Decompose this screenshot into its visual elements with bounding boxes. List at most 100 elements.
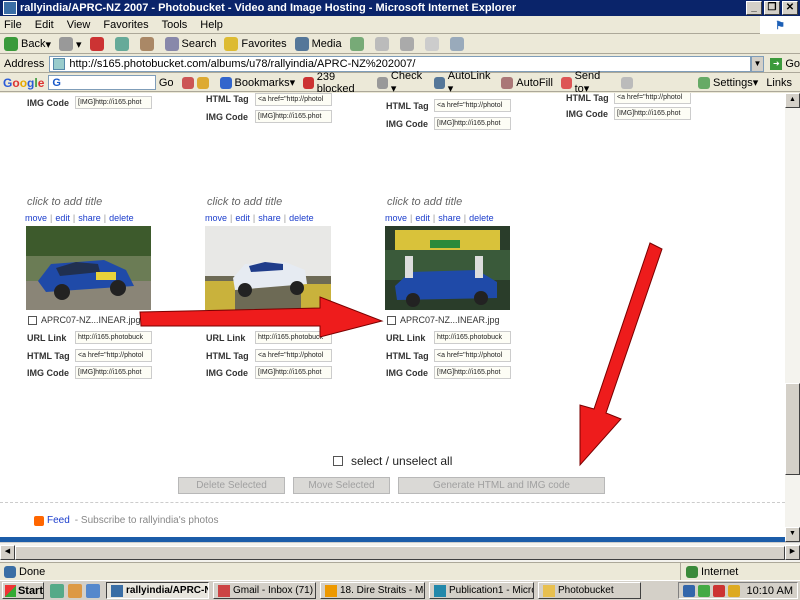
- vertical-scrollbar[interactable]: ▲ ▼: [785, 93, 800, 542]
- page-content: IMG Code [IMG]http://i165.phot HTML Tag …: [0, 93, 785, 542]
- annotation-arrows: [139, 242, 663, 467]
- window-title-bar: rallyindia/APRC-NZ 2007 - Photobucket - …: [0, 0, 800, 16]
- task-media-player[interactable]: 18. Dire Straits - Mo...: [320, 582, 425, 599]
- back-button[interactable]: Back ▾: [4, 37, 51, 51]
- scroll-thumb[interactable]: [785, 383, 800, 475]
- edit-page-icon: [424, 37, 439, 51]
- pencil-icon: [621, 76, 634, 89]
- task-gmail[interactable]: Gmail - Inbox (71) - ...: [213, 582, 316, 599]
- red-arrow-down-icon: [579, 242, 663, 467]
- spellcheck-button[interactable]: Check ▾: [377, 70, 426, 95]
- address-url: http://s165.photobucket.com/albums/u78/r…: [69, 57, 416, 70]
- go-label: Go: [785, 57, 800, 70]
- ie-icon: [3, 1, 17, 15]
- star-icon: [224, 37, 239, 51]
- task-publisher[interactable]: Publication1 - Micros...: [429, 582, 534, 599]
- tray-volume-icon[interactable]: [727, 584, 740, 597]
- tray-alert-icon[interactable]: [712, 584, 725, 597]
- forward-button[interactable]: ▾: [59, 37, 82, 51]
- pen-button[interactable]: [621, 76, 636, 89]
- red-arrow-right-icon: [139, 296, 384, 338]
- edit-button[interactable]: [424, 37, 442, 51]
- quick-launch: [50, 583, 100, 598]
- security-zone: Internet: [680, 563, 738, 581]
- scroll-down-icon[interactable]: ▼: [785, 527, 800, 542]
- discuss-icon: [449, 37, 464, 51]
- google-toolbar: Google G Go Bookmarks▾ 239 blocked Check…: [0, 70, 800, 95]
- google-search-input[interactable]: G: [48, 75, 156, 90]
- search-button[interactable]: Search: [164, 37, 216, 51]
- news-icon: [196, 76, 209, 89]
- stop-button[interactable]: [89, 37, 107, 51]
- discuss-button[interactable]: [449, 37, 467, 51]
- status-bar: Done Internet: [0, 562, 800, 581]
- media-button[interactable]: Media: [294, 37, 342, 51]
- home-button[interactable]: [139, 37, 157, 51]
- ie-quicklaunch-icon[interactable]: [86, 583, 100, 598]
- menu-edit[interactable]: Edit: [35, 19, 54, 31]
- google-go-button[interactable]: Go: [159, 77, 174, 89]
- menu-help[interactable]: Help: [200, 19, 223, 31]
- popup-blocker-button[interactable]: 239 blocked: [303, 71, 369, 95]
- horizontal-scrollbar[interactable]: ◀ ▶: [0, 542, 800, 562]
- windows-flag-icon: [5, 584, 16, 597]
- settings-button[interactable]: Settings▾: [698, 76, 758, 89]
- tray-network-icon[interactable]: [682, 584, 695, 597]
- start-button[interactable]: Start: [2, 582, 44, 599]
- scroll-right-icon[interactable]: ▶: [785, 545, 800, 560]
- google-extra-buttons[interactable]: [181, 76, 212, 89]
- menu-file[interactable]: File: [4, 19, 22, 31]
- h-scroll-thumb[interactable]: [15, 546, 785, 560]
- taskbar: Start rallyindia/APRC-N... Gmail - Inbox…: [0, 580, 800, 600]
- zone-text: Internet: [701, 566, 739, 578]
- bookmark-star-icon: [219, 76, 232, 89]
- scroll-left-icon[interactable]: ◀: [0, 545, 15, 560]
- mail-button[interactable]: [374, 37, 392, 51]
- ie-icon: [111, 584, 123, 597]
- favorites-button[interactable]: Favorites: [224, 37, 287, 51]
- restore-button[interactable]: ❐: [764, 1, 780, 15]
- print-button[interactable]: [399, 37, 417, 51]
- stop-icon: [89, 37, 104, 51]
- publisher-icon: [434, 584, 446, 597]
- bookmarks-button[interactable]: Bookmarks▾: [219, 76, 295, 89]
- history-button[interactable]: [349, 37, 367, 51]
- print-icon: [399, 37, 414, 51]
- tray-shield-icon[interactable]: [697, 584, 710, 597]
- autofill-button[interactable]: AutoFill: [501, 76, 553, 89]
- task-photobucket-folder[interactable]: Photobucket: [538, 582, 641, 599]
- page-icon: [53, 57, 66, 70]
- go-button[interactable]: ➜ Go: [770, 57, 800, 70]
- go-arrow-icon: ➜: [770, 57, 783, 70]
- media-label: Media: [311, 38, 342, 50]
- refresh-icon: [114, 37, 129, 51]
- desktop-icon[interactable]: [50, 583, 64, 598]
- menu-favorites[interactable]: Favorites: [103, 19, 148, 31]
- task-ie-rallyindia[interactable]: rallyindia/APRC-N...: [106, 582, 209, 599]
- firefox-icon[interactable]: [68, 583, 82, 598]
- abc-check-icon: [377, 76, 388, 89]
- scroll-up-icon[interactable]: ▲: [785, 93, 800, 108]
- close-button[interactable]: ✕: [782, 1, 798, 15]
- address-dropdown-icon[interactable]: ▼: [750, 55, 765, 72]
- pagerank-icon: [181, 76, 194, 89]
- search-icon: [164, 37, 179, 51]
- autolink-button[interactable]: AutoLink ▾: [434, 70, 493, 95]
- refresh-button[interactable]: [114, 37, 132, 51]
- folder-icon: [543, 584, 555, 597]
- send-to-button[interactable]: Send to▾: [560, 70, 613, 95]
- start-label: Start: [17, 584, 43, 597]
- window-title: rallyindia/APRC-NZ 2007 - Photobucket - …: [20, 2, 517, 14]
- google-logo[interactable]: Google: [3, 76, 44, 90]
- system-tray: 10:10 AM: [677, 582, 798, 599]
- menu-bar: File Edit View Favorites Tools Help: [0, 16, 800, 34]
- settings-icon: [698, 76, 711, 89]
- mail-icon: [374, 37, 389, 51]
- back-arrow-icon: [4, 37, 18, 51]
- menu-tools[interactable]: Tools: [162, 19, 188, 31]
- minimize-button[interactable]: _: [746, 1, 762, 15]
- menu-view[interactable]: View: [67, 19, 91, 31]
- popup-blocked-icon: [303, 76, 314, 89]
- links-button[interactable]: Links: [766, 77, 792, 89]
- standard-toolbar: Back ▾ ▾ Search Favorites Media: [0, 35, 800, 54]
